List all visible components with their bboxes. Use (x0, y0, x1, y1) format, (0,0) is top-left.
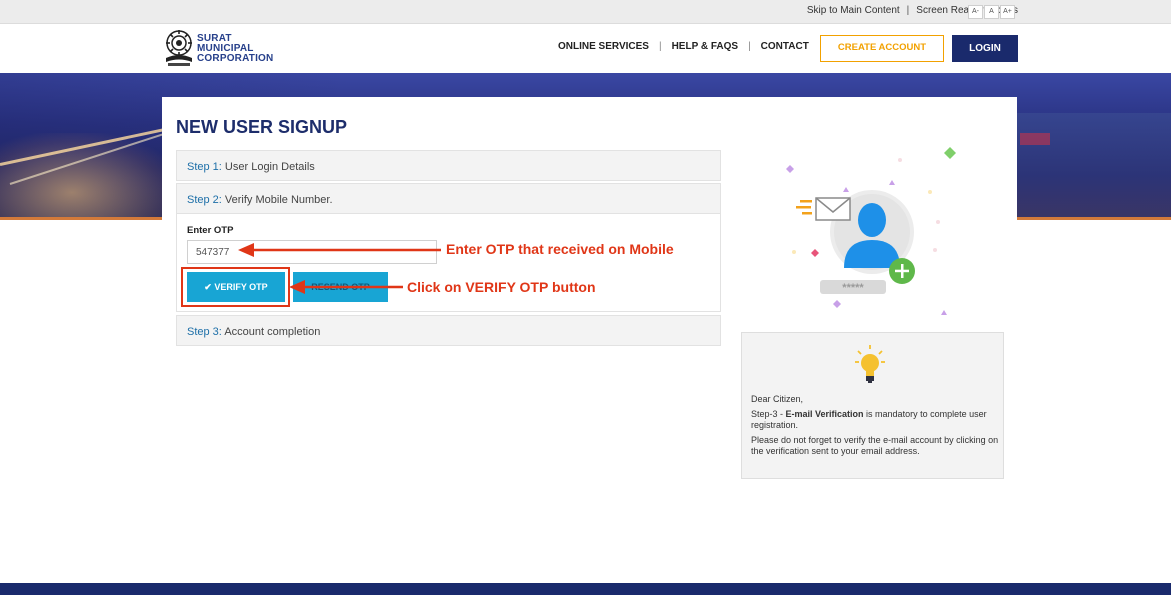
smc-emblem-icon[interactable] (163, 28, 195, 68)
info-email-verification: E-mail Verification (785, 408, 864, 419)
lightbulb-icon (855, 345, 885, 383)
arrow-left-icon (289, 280, 403, 294)
info-line-1: Step-3 - E-mail Verification is mandator… (751, 409, 999, 432)
password-stars: ***** (842, 282, 864, 294)
info-line-2: Please do not forget to verify the e-mai… (751, 434, 999, 457)
font-size-controls: A- A A+ (968, 5, 1016, 19)
annotation-enter-otp: Enter OTP that received on Mobile (446, 241, 674, 257)
otp-label: Enter OTP (187, 225, 234, 236)
arrow-left-icon (238, 243, 441, 257)
info-text: Dear Citizen, Step-3 - E-mail Verificati… (751, 394, 999, 461)
login-button[interactable]: LOGIN (952, 35, 1018, 62)
step-2-text: Verify Mobile Number. (224, 194, 333, 206)
font-normal-button[interactable]: A (984, 5, 999, 19)
info-greeting: Dear Citizen, (751, 394, 804, 404)
separator: | (906, 5, 910, 16)
step-2-label: Step 2: (187, 194, 222, 206)
skip-to-main-content-link[interactable]: Skip to Main Content (807, 5, 900, 16)
main-nav: ONLINE SERVICES | HELP & FAQS | CONTACT (558, 41, 809, 52)
hero-city-image (1015, 113, 1171, 218)
verify-highlight-box (181, 267, 290, 307)
nav-contact[interactable]: CONTACT (761, 41, 809, 52)
annotation-click-verify: Click on VERIFY OTP button (407, 279, 596, 295)
step-3-panel[interactable]: Step 3: Account completion (176, 315, 721, 346)
step-1-text: User Login Details (224, 161, 315, 173)
create-account-button[interactable]: CREATE ACCOUNT (820, 35, 944, 62)
font-increase-button[interactable]: A+ (1000, 5, 1015, 19)
info-step3-prefix: Step-3 - (751, 408, 786, 419)
nav-online-services[interactable]: ONLINE SERVICES (558, 41, 649, 52)
step-1-label: Step 1: (187, 161, 222, 173)
step-1-panel[interactable]: Step 1: User Login Details (176, 150, 721, 181)
logo-line-corporation: CORPORATION (197, 53, 274, 64)
site-logo-text[interactable]: SURAT MUNICIPAL CORPORATION (197, 34, 273, 64)
utility-bar: Skip to Main Content | Screen Reader Acc… (0, 0, 1171, 24)
separator: | (658, 41, 662, 52)
site-footer (0, 583, 1171, 595)
step-2-panel[interactable]: Step 2: Verify Mobile Number. (176, 183, 721, 214)
new-user-illustration-icon: ***** (786, 147, 956, 315)
nav-help-faqs[interactable]: HELP & FAQS (672, 41, 739, 52)
step-3-label: Step 3: (187, 326, 222, 338)
font-decrease-button[interactable]: A- (968, 5, 983, 19)
page-title: NEW USER SIGNUP (176, 117, 348, 137)
separator: | (748, 41, 751, 52)
hero-city-lights (1020, 133, 1050, 145)
step-3-text: Account completion (224, 326, 321, 338)
